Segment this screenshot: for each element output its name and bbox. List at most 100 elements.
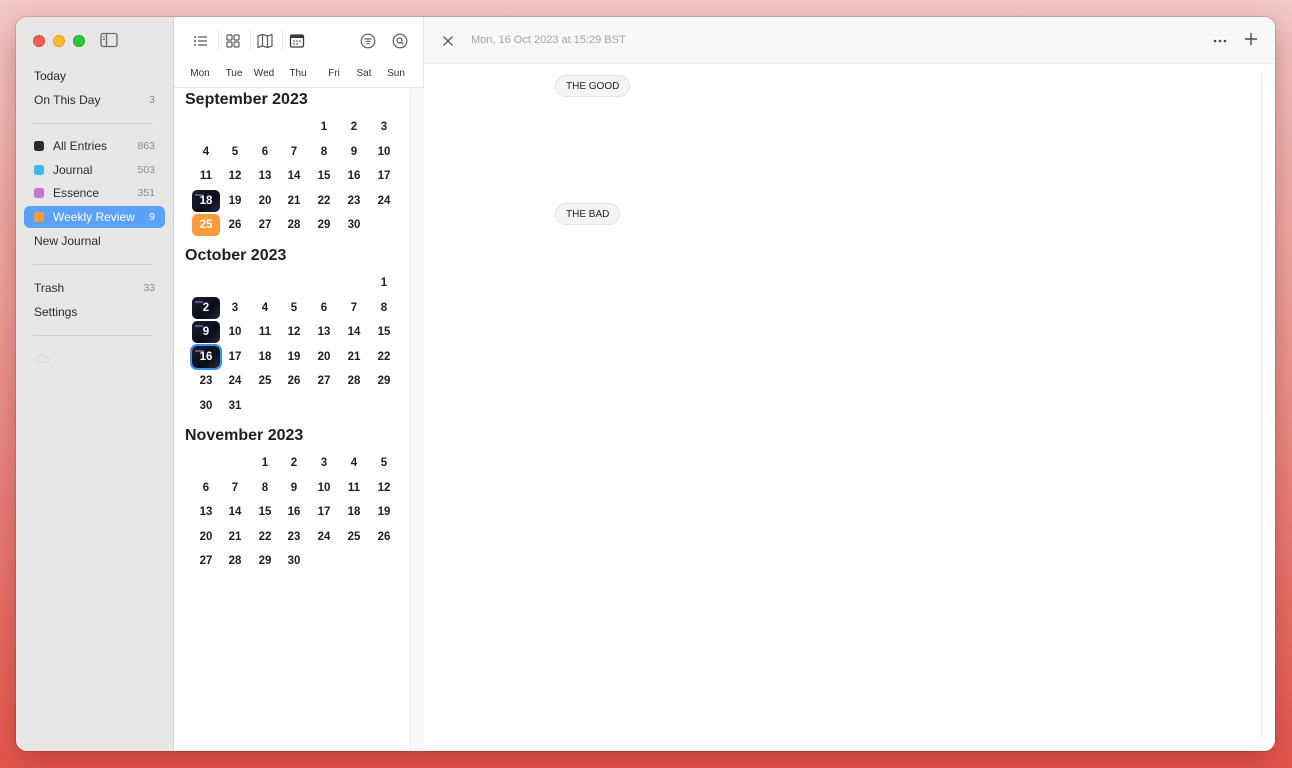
calendar-day[interactable]: 20	[192, 526, 220, 548]
editor-scrollbar[interactable]	[1261, 73, 1262, 737]
calendar-day[interactable]: 2	[340, 116, 368, 138]
calendar-day[interactable]: 13	[192, 501, 220, 523]
tag-the-good[interactable]: THE GOOD	[555, 75, 631, 97]
calendar-day[interactable]: 23	[192, 370, 220, 392]
calendar-day[interactable]: 4	[192, 141, 220, 163]
calendar-day[interactable]: 4	[251, 297, 279, 319]
calendar-day[interactable]: 8	[251, 477, 279, 499]
calendar-day[interactable]: 1	[310, 116, 338, 138]
grid-view-icon[interactable]	[224, 32, 242, 50]
calendar-day[interactable]: 17	[370, 165, 398, 187]
calendar-day[interactable]: 18	[251, 346, 279, 368]
calendar-day[interactable]: 10	[221, 321, 249, 343]
calendar-day[interactable]: 18	[340, 501, 368, 523]
calendar-day[interactable]: 15	[370, 321, 398, 343]
calendar-day[interactable]: 8	[370, 297, 398, 319]
search-icon[interactable]	[391, 32, 409, 50]
calendar-day[interactable]: 5	[221, 141, 249, 163]
filter-icon[interactable]	[359, 32, 377, 50]
close-window-button[interactable]	[33, 35, 45, 47]
calendar-day[interactable]: 11	[340, 477, 368, 499]
calendar-day[interactable]: 20	[310, 346, 338, 368]
calendar-day[interactable]: 19	[370, 501, 398, 523]
calendar-day[interactable]: 30	[192, 395, 220, 417]
calendar-day[interactable]: 27	[192, 550, 220, 572]
calendar-day[interactable]: 3	[310, 452, 338, 474]
calendar-day[interactable]: 21	[340, 346, 368, 368]
calendar-day[interactable]: 16	[280, 501, 308, 523]
calendar-day[interactable]: 28	[280, 214, 308, 236]
calendar-day[interactable]: 15	[310, 165, 338, 187]
calendar-day[interactable]: 8	[310, 141, 338, 163]
calendar-day[interactable]: 24	[221, 370, 249, 392]
sidebar-item-settings[interactable]: Settings	[24, 301, 165, 323]
list-view-icon[interactable]	[192, 32, 210, 50]
calendar-day[interactable]: 12	[370, 477, 398, 499]
sidebar-item-all-entries[interactable]: All Entries 863	[24, 135, 165, 157]
calendar-day[interactable]: 6	[251, 141, 279, 163]
calendar-day[interactable]: 28	[221, 550, 249, 572]
sidebar-item-on-this-day[interactable]: On This Day 3	[24, 89, 165, 111]
sidebar-item-trash[interactable]: Trash 33	[24, 277, 165, 299]
calendar-day[interactable]: 20	[251, 190, 279, 212]
calendar-day[interactable]: 22	[310, 190, 338, 212]
calendar-day[interactable]: 15	[251, 501, 279, 523]
calendar-day[interactable]: 17	[310, 501, 338, 523]
calendar-day[interactable]: 14	[280, 165, 308, 187]
entry-date[interactable]: Mon, 16 Oct 2023 at 15:29 BST	[471, 34, 626, 46]
calendar-day[interactable]: 22	[370, 346, 398, 368]
calendar-day[interactable]: 21	[221, 526, 249, 548]
calendar-day[interactable]: 13	[251, 165, 279, 187]
calendar-day[interactable]: 26	[221, 214, 249, 236]
calendar-day[interactable]: 28	[340, 370, 368, 392]
close-icon[interactable]	[442, 35, 454, 47]
calendar-day[interactable]: 12	[280, 321, 308, 343]
sidebar-item-essence[interactable]: Essence 351	[24, 182, 165, 204]
calendar-day[interactable]: 10	[370, 141, 398, 163]
calendar-day[interactable]: 27	[310, 370, 338, 392]
calendar-day[interactable]: 17	[221, 346, 249, 368]
calendar-day[interactable]: 13	[310, 321, 338, 343]
calendar-day[interactable]: 23	[340, 190, 368, 212]
sidebar-item-today[interactable]: Today	[24, 65, 165, 87]
calendar-day[interactable]: 29	[370, 370, 398, 392]
sidebar-item-journal[interactable]: Journal 503	[24, 159, 165, 181]
calendar-day[interactable]: 6	[310, 297, 338, 319]
calendar-day[interactable]: 29	[251, 550, 279, 572]
calendar-day[interactable]: 10	[310, 477, 338, 499]
calendar-day[interactable]: 25	[251, 370, 279, 392]
sidebar-item-new-journal[interactable]: New Journal	[24, 230, 165, 252]
calendar-day[interactable]: 24	[370, 190, 398, 212]
minimize-window-button[interactable]	[53, 35, 65, 47]
calendar-day[interactable]: 11	[251, 321, 279, 343]
calendar-day[interactable]: 7	[221, 477, 249, 499]
calendar-day[interactable]: 25	[192, 214, 220, 236]
calendar-day[interactable]: 3	[221, 297, 249, 319]
calendar-day[interactable]: 7	[280, 141, 308, 163]
calendar-day[interactable]: 9	[340, 141, 368, 163]
calendar-day[interactable]: 19	[221, 190, 249, 212]
calendar-view-icon[interactable]	[288, 32, 306, 50]
calendar-day[interactable]: 5	[370, 452, 398, 474]
calendar-day[interactable]: 26	[280, 370, 308, 392]
calendar-day[interactable]: 31	[221, 395, 249, 417]
calendar-day[interactable]: 14	[221, 501, 249, 523]
calendar-day[interactable]: 11	[192, 165, 220, 187]
calendar-day[interactable]: 24	[310, 526, 338, 548]
calendar-day[interactable]: 5	[280, 297, 308, 319]
new-entry-icon[interactable]	[1244, 32, 1258, 46]
calendar-day[interactable]: 23	[280, 526, 308, 548]
map-view-icon[interactable]	[256, 32, 274, 50]
calendar-day[interactable]: 6	[192, 477, 220, 499]
calendar-day[interactable]: 19	[280, 346, 308, 368]
calendar-day[interactable]: 2	[280, 452, 308, 474]
tag-the-bad[interactable]: THE BAD	[555, 203, 621, 225]
calendar-day[interactable]: 3	[370, 116, 398, 138]
sidebar-toggle-icon[interactable]	[100, 32, 118, 48]
calendar-day[interactable]: 2	[192, 296, 220, 319]
calendar-day[interactable]: 7	[340, 297, 368, 319]
calendar-day[interactable]: 16	[340, 165, 368, 187]
calendar-day[interactable]: 25	[340, 526, 368, 548]
calendar-day[interactable]: 21	[280, 190, 308, 212]
calendar-day[interactable]: 9	[280, 477, 308, 499]
